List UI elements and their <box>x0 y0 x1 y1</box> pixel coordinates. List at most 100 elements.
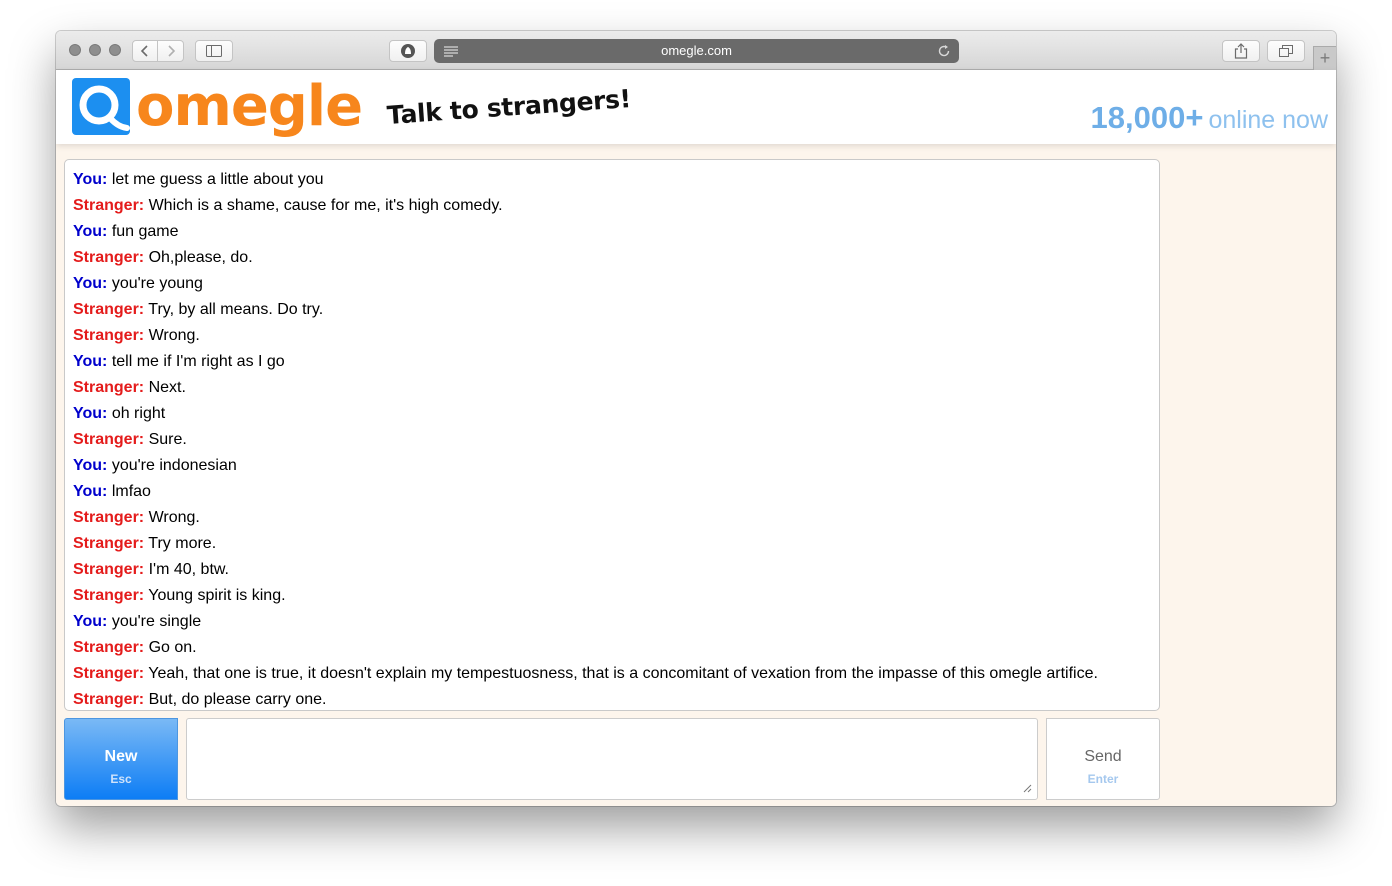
chat-message: You: you're young <box>73 271 1151 297</box>
you-label: You: <box>73 275 108 292</box>
share-button[interactable] <box>1222 40 1260 62</box>
url-text: omegle.com <box>661 43 732 58</box>
message-text: Wrong. <box>148 509 200 526</box>
logo-wordmark[interactable]: omegle <box>136 70 363 144</box>
you-label: You: <box>73 457 108 474</box>
stranger-label: Stranger: <box>73 327 145 344</box>
chat-message: Stranger: Sure. <box>73 427 1151 453</box>
message-text: tell me if I'm right as I go <box>111 353 285 370</box>
chat-message: You: lmfao <box>73 479 1151 505</box>
message-text: let me guess a little about you <box>111 171 324 188</box>
stranger-label: Stranger: <box>73 509 145 526</box>
stranger-label: Stranger: <box>73 639 145 656</box>
chat-message: Stranger: Which is a shame, cause for me… <box>73 193 1151 219</box>
sidebar-button[interactable] <box>195 40 233 62</box>
message-text: fun game <box>111 223 179 240</box>
minimize-window-button[interactable] <box>89 44 101 56</box>
back-icon <box>140 45 148 57</box>
online-count: 18,000+ online now <box>1091 100 1328 136</box>
message-text: lmfao <box>111 483 151 500</box>
message-text: oh right <box>111 405 166 422</box>
message-text: Oh,please, do. <box>148 249 253 266</box>
chat-message: Stranger: Try, by all means. Do try. <box>73 297 1151 323</box>
reload-icon[interactable] <box>937 44 951 58</box>
stranger-label: Stranger: <box>73 249 145 266</box>
stranger-label: Stranger: <box>73 431 145 448</box>
forward-icon <box>167 45 175 57</box>
close-window-button[interactable] <box>69 44 81 56</box>
stranger-label: Stranger: <box>73 535 145 552</box>
chat-message: Stranger: Wrong. <box>73 323 1151 349</box>
tabs-icon <box>1279 45 1293 57</box>
stranger-label: Stranger: <box>73 691 145 708</box>
you-label: You: <box>73 171 108 188</box>
chat-message: Stranger: Go on. <box>73 635 1151 661</box>
stranger-label: Stranger: <box>73 561 145 578</box>
omegle-page: omegle Talk to strangers! 18,000+ online … <box>56 70 1336 806</box>
stranger-label: Stranger: <box>73 197 145 214</box>
stranger-label: Stranger: <box>73 587 145 604</box>
site-header: omegle Talk to strangers! 18,000+ online … <box>56 70 1336 144</box>
you-label: You: <box>73 613 108 630</box>
chat-message: Stranger: Wrong. <box>73 505 1151 531</box>
send-button[interactable]: Send Enter <box>1046 718 1160 800</box>
tab-overview-button[interactable] <box>1267 40 1305 62</box>
message-text: Try, by all means. Do try. <box>148 301 324 318</box>
you-label: You: <box>73 405 108 422</box>
stranger-label: Stranger: <box>73 665 145 682</box>
chat-message: You: let me guess a little about you <box>73 167 1151 193</box>
new-button-shortcut: Esc <box>110 772 132 786</box>
message-text: Which is a shame, cause for me, it's hig… <box>148 197 503 214</box>
chat-message: You: tell me if I'm right as I go <box>73 349 1151 375</box>
sidebar-icon <box>206 45 222 57</box>
send-button-label: Send <box>1084 748 1122 765</box>
message-text: But, do please carry one. <box>148 691 327 708</box>
stranger-label: Stranger: <box>73 301 145 318</box>
new-button-label: New <box>104 748 138 765</box>
omegle-logo-icon[interactable] <box>72 78 130 135</box>
you-label: You: <box>73 223 108 240</box>
browser-toolbar: omegle.com + <box>56 31 1336 70</box>
you-label: You: <box>73 353 108 370</box>
online-number: 18,000+ <box>1090 100 1204 135</box>
message-text: you're single <box>111 613 202 630</box>
address-bar[interactable]: omegle.com <box>434 39 959 63</box>
message-text: Next. <box>148 379 186 396</box>
chat-message: Stranger: Try more. <box>73 531 1151 557</box>
chat-message: Stranger: Oh,please, do. <box>73 245 1151 271</box>
stranger-label: Stranger: <box>73 379 145 396</box>
message-text: Yeah, that one is true, it doesn't expla… <box>148 665 1098 682</box>
message-text: Young spirit is king. <box>148 587 286 604</box>
zoom-window-button[interactable] <box>109 44 121 56</box>
chat-message: You: fun game <box>73 219 1151 245</box>
resize-grip-icon[interactable] <box>1022 783 1032 793</box>
message-text: you're young <box>111 275 203 292</box>
chat-message: Stranger: I'm 40, btw. <box>73 557 1151 583</box>
nav-buttons <box>132 40 185 62</box>
send-button-shortcut: Enter <box>1087 772 1119 786</box>
chat-message: Stranger: Next. <box>73 375 1151 401</box>
tagline: Talk to strangers! <box>385 84 632 130</box>
chat-log[interactable]: You: let me guess a little about you Stra… <box>64 159 1160 711</box>
new-tab-button[interactable]: + <box>1313 46 1336 70</box>
chat-message: You: you're single <box>73 609 1151 635</box>
chat-message: Stranger: But, do please carry one. <box>73 687 1151 710</box>
back-button[interactable] <box>132 40 158 62</box>
chat-message: You: oh right <box>73 401 1151 427</box>
privacy-button[interactable] <box>389 40 427 62</box>
chat-message: Stranger: Yeah, that one is true, it doe… <box>73 661 1151 687</box>
forward-button[interactable] <box>158 40 184 62</box>
new-chat-button[interactable]: New Esc <box>64 718 178 800</box>
chat-message: You: you're indonesian <box>73 453 1151 479</box>
browser-window: omegle.com + omegle Talk to strangers! 1… <box>56 31 1336 806</box>
message-text: Go on. <box>148 639 197 656</box>
you-label: You: <box>73 483 108 500</box>
message-text: I'm 40, btw. <box>148 561 229 578</box>
privacy-shield-icon <box>401 44 415 58</box>
chat-message: Stranger: Young spirit is king. <box>73 583 1151 609</box>
share-icon <box>1234 43 1248 59</box>
message-text: Sure. <box>148 431 187 448</box>
chat-message-input[interactable] <box>186 718 1038 800</box>
message-text: Try more. <box>148 535 217 552</box>
message-text: Wrong. <box>148 327 200 344</box>
